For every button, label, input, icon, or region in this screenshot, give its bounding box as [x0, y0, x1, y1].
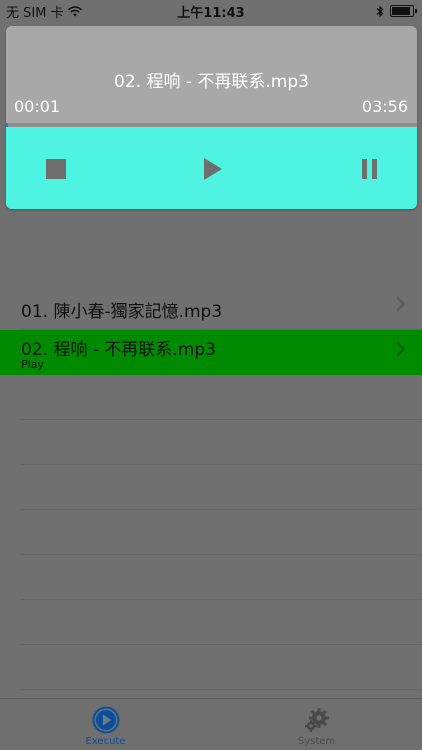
play-button[interactable]: [201, 157, 225, 181]
chevron-right-icon: [390, 341, 406, 357]
list-item-title: 01. 陳小春-獨家記憶.mp3: [21, 302, 223, 322]
play-icon: [204, 158, 222, 180]
time-elapsed: 00:01: [14, 97, 61, 116]
status-left: 无 SIM 卡: [0, 2, 82, 21]
gear-icon: [304, 708, 329, 732]
empty-row: [0, 375, 422, 420]
player-header: 02. 程响 - 不再联系.mp3 00:01 03:56: [6, 26, 417, 126]
empty-row: [0, 600, 422, 645]
chevron-right-icon: [390, 296, 406, 312]
empty-row: [0, 645, 422, 690]
list-item-status: Play: [21, 358, 44, 371]
player-panel: 02. 程响 - 不再联系.mp3 00:01 03:56: [6, 26, 417, 209]
play-circle-icon: [92, 706, 119, 734]
battery-icon: [390, 5, 417, 17]
tab-system[interactable]: System: [211, 699, 422, 750]
carrier-label: 无 SIM 卡: [6, 5, 64, 21]
battery-fill: [392, 7, 410, 15]
list-item-title: 02. 程响 - 不再联系.mp3: [21, 340, 216, 360]
list-item[interactable]: 01. 陳小春-獨家記憶.mp3: [0, 285, 422, 330]
time-total: 03:56: [361, 97, 408, 116]
pause-icon: [361, 159, 377, 179]
player-controls: [6, 127, 417, 209]
tab-system-label: System: [297, 736, 336, 747]
status-right: [376, 4, 422, 18]
empty-row: [0, 555, 422, 600]
tab-execute[interactable]: Execute: [0, 699, 211, 750]
list-item[interactable]: 02. 程响 - 不再联系.mp3 Play: [0, 330, 422, 375]
wifi-icon: [67, 5, 82, 16]
empty-row: [0, 465, 422, 510]
tab-bar: Execute System: [0, 698, 422, 750]
now-playing-title: 02. 程响 - 不再联系.mp3: [114, 72, 309, 92]
stop-button[interactable]: [44, 157, 68, 181]
status-bar: 无 SIM 卡 上午11:43: [0, 0, 422, 22]
empty-row: [0, 510, 422, 555]
empty-row: [0, 420, 422, 465]
stop-icon: [46, 159, 66, 179]
tab-execute-label: Execute: [85, 736, 126, 747]
pause-button[interactable]: [357, 157, 381, 181]
screen: 无 SIM 卡 上午11:43 01. 陳小春-獨家記憶.mp3 02. 程响 -…: [0, 0, 422, 750]
bluetooth-icon: [376, 4, 384, 18]
